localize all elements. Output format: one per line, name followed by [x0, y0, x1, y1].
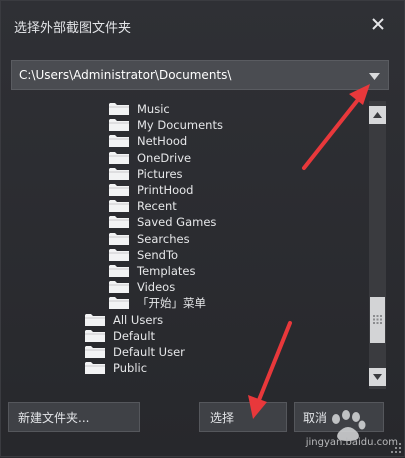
- folder-item[interactable]: Public: [85, 360, 147, 376]
- cancel-button[interactable]: 取消: [294, 402, 384, 432]
- resize-grip-icon[interactable]: [391, 443, 401, 453]
- arrow-up-icon: [373, 112, 382, 118]
- folder-label: Searches: [137, 231, 190, 246]
- folder-picker-dialog: 选择外部截图文件夹 C:\Users\Administrator\Documen…: [0, 0, 405, 457]
- arrow-down-icon: [373, 374, 382, 380]
- folder-label: Recent: [137, 199, 177, 214]
- folder-icon: [109, 248, 129, 261]
- folder-item[interactable]: Searches: [109, 231, 190, 247]
- folder-icon: [109, 265, 129, 277]
- folder-item[interactable]: Recent: [109, 198, 177, 214]
- folder-icon: [85, 346, 105, 358]
- folder-icon: [85, 362, 105, 375]
- folder-label: Default: [113, 328, 156, 343]
- folder-list: Music My Documents NetHood OneDrive Pictures…: [11, 99, 368, 389]
- folder-item[interactable]: OneDrive: [109, 150, 191, 166]
- folder-icon: [109, 119, 129, 132]
- folder-icon: [109, 103, 129, 115]
- grip-icon: [373, 315, 382, 324]
- folder-icon: [85, 313, 105, 326]
- close-button[interactable]: [370, 16, 386, 32]
- folder-item[interactable]: Music: [109, 101, 170, 117]
- folder-item[interactable]: My Documents: [109, 117, 223, 133]
- folder-icon: [109, 184, 129, 196]
- current-path: C:\Users\Administrator\Documents\: [19, 68, 232, 82]
- folder-item[interactable]: 「开始」菜单: [109, 295, 206, 311]
- close-icon: [372, 18, 384, 30]
- folder-label: All Users: [113, 312, 164, 327]
- folder-icon: [109, 281, 129, 294]
- chevron-down-icon: [369, 73, 380, 80]
- folder-item[interactable]: Pictures: [109, 166, 183, 182]
- folder-item[interactable]: NetHood: [109, 133, 187, 149]
- scroll-down-button[interactable]: [369, 368, 386, 386]
- folder-label: Saved Games: [137, 215, 217, 230]
- select-button[interactable]: 选择: [199, 402, 287, 432]
- folder-item[interactable]: SendTo: [109, 247, 178, 263]
- folder-item[interactable]: Videos: [109, 279, 175, 295]
- folder-label: NetHood: [137, 134, 188, 149]
- new-folder-button[interactable]: 新建文件夹...: [8, 402, 140, 432]
- folder-icon: [109, 200, 129, 213]
- folder-label: Music: [137, 102, 170, 116]
- folder-label: SendTo: [137, 247, 179, 262]
- folder-icon: [109, 167, 129, 180]
- folder-label: Templates: [137, 264, 196, 278]
- folder-icon: [109, 135, 129, 148]
- folder-item[interactable]: Default: [85, 328, 155, 344]
- path-dropdown[interactable]: C:\Users\Administrator\Documents\: [11, 60, 389, 90]
- folder-item[interactable]: Default User: [85, 344, 185, 360]
- watermark-url: jingyan.baidu.com: [305, 437, 398, 448]
- folder-label: Videos: [137, 280, 176, 295]
- folder-item[interactable]: All Users: [85, 312, 163, 328]
- scroll-thumb[interactable]: [370, 297, 385, 343]
- folder-icon: [109, 297, 129, 310]
- folder-label: Pictures: [137, 166, 183, 181]
- folder-item[interactable]: Saved Games: [109, 214, 216, 230]
- folder-icon: [109, 216, 129, 229]
- folder-label: 「开始」菜单: [137, 296, 206, 311]
- folder-icon: [109, 151, 129, 164]
- folder-label: OneDrive: [137, 150, 192, 165]
- scrollbar[interactable]: [369, 101, 386, 389]
- scroll-up-button[interactable]: [369, 106, 386, 124]
- folder-label: PrintHood: [137, 183, 194, 197]
- dialog-title: 选择外部截图文件夹: [14, 21, 132, 36]
- folder-item[interactable]: PrintHood: [109, 182, 193, 198]
- folder-icon: [109, 232, 129, 245]
- folder-label: Public: [113, 361, 148, 376]
- folder-icon: [85, 329, 105, 342]
- folder-label: My Documents: [137, 118, 223, 133]
- folder-item[interactable]: Templates: [109, 263, 195, 279]
- folder-label: Default User: [113, 345, 185, 359]
